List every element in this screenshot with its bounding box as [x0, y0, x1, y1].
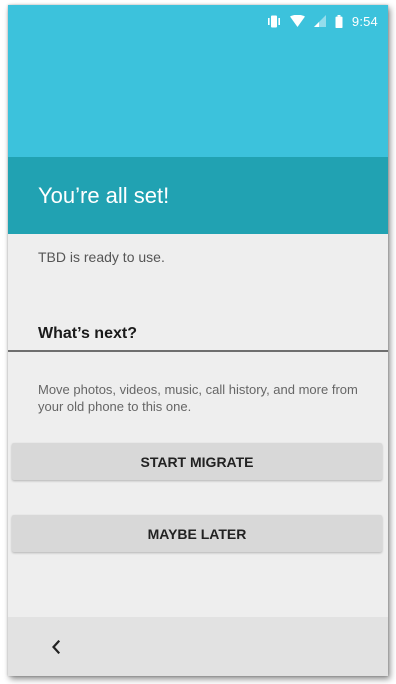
- signal-icon: [313, 15, 326, 27]
- chevron-left-icon: [51, 639, 61, 659]
- migrate-description: Move photos, videos, music, call history…: [38, 382, 358, 414]
- battery-icon: [335, 14, 343, 28]
- status-icons: 9:54: [267, 13, 378, 29]
- start-migrate-button[interactable]: START MIGRATE: [12, 443, 382, 480]
- page-title: You’re all set!: [38, 183, 170, 208]
- header-illustration-area: [8, 37, 388, 157]
- wifi-icon: [289, 15, 305, 27]
- section-divider: [8, 350, 388, 352]
- bottom-nav-bar: [8, 617, 388, 676]
- phone-screen: 9:54 You’re all set! TBD is ready to use…: [8, 5, 388, 676]
- ready-message: TBD is ready to use.: [38, 249, 165, 265]
- maybe-later-button[interactable]: MAYBE LATER: [12, 515, 382, 552]
- back-button[interactable]: [42, 635, 70, 663]
- vibrate-icon: [267, 15, 281, 28]
- whats-next-heading: What’s next?: [38, 325, 137, 342]
- status-time: 9:54: [351, 13, 378, 29]
- status-bar: 9:54: [8, 5, 388, 37]
